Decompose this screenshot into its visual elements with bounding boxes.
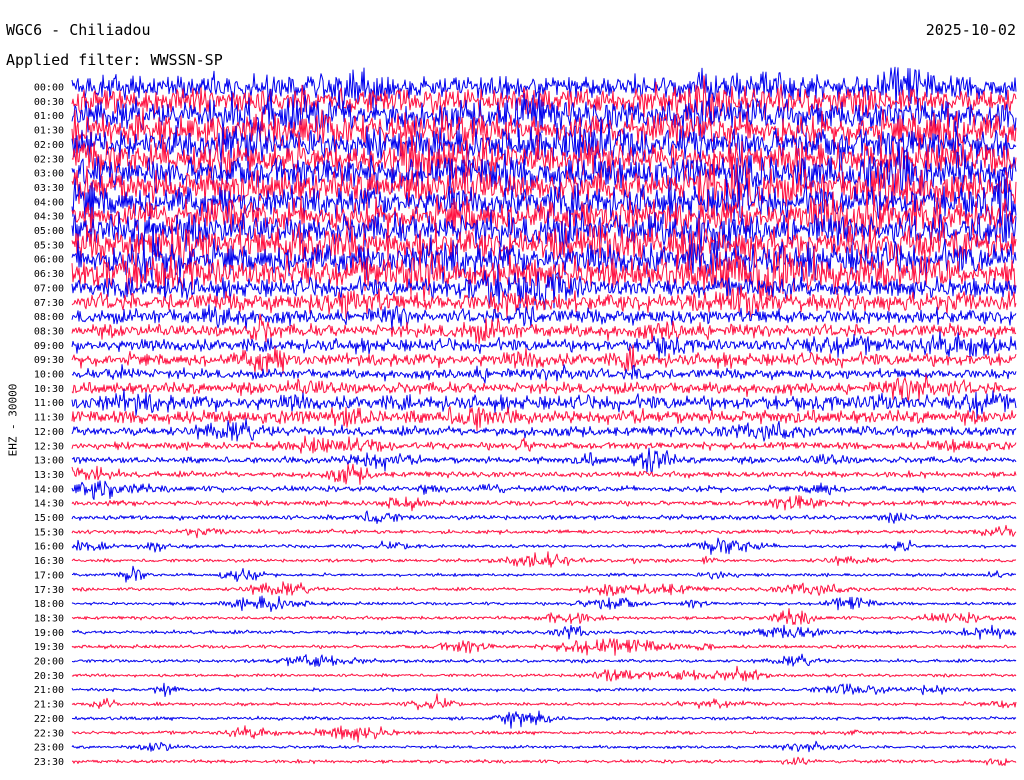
time-tick-label: 06:30 (34, 269, 64, 280)
time-tick-label: 12:00 (34, 427, 64, 438)
seismic-trace (71, 313, 1017, 345)
time-tick-label: 11:00 (34, 398, 64, 409)
time-tick-label: 00:00 (34, 83, 64, 94)
time-tick-label: 15:30 (34, 527, 64, 538)
time-tick-label: 21:00 (34, 685, 64, 696)
seismic-trace (71, 495, 1017, 512)
time-tick-label: 21:30 (34, 700, 64, 711)
time-tick-label: 12:30 (34, 441, 64, 452)
time-tick-label: 17:30 (34, 585, 64, 596)
seismic-trace (71, 608, 1017, 625)
time-tick-label: 03:00 (34, 169, 64, 180)
time-tick-label: 05:30 (34, 240, 64, 251)
seismic-trace (71, 463, 1017, 485)
seismic-trace (71, 364, 1017, 384)
seismic-trace (71, 510, 1017, 524)
time-tick-label: 11:30 (34, 413, 64, 424)
time-tick-label: 18:00 (34, 599, 64, 610)
seismic-trace (71, 665, 1017, 682)
time-tick-label: 04:30 (34, 212, 64, 223)
seismic-trace (71, 581, 1016, 597)
time-tick-label: 09:00 (34, 341, 64, 352)
seismogram-plot: 00:00 00:30 01:00 01:30 02:00 02:30 03:00 03:30… (34, 66, 1017, 768)
time-tick-label: 10:30 (34, 384, 64, 395)
time-tick-label: 16:00 (34, 542, 64, 553)
time-tick-label: 07:30 (34, 298, 64, 309)
time-tick-label: 23:30 (34, 757, 64, 768)
time-tick-label: 15:00 (34, 513, 64, 524)
seismic-trace (71, 595, 1017, 612)
seismic-trace (71, 551, 1017, 568)
seismic-trace (71, 537, 1017, 555)
seismic-trace (71, 710, 1017, 729)
time-tick-label: 06:00 (34, 255, 64, 266)
time-tick-label: 01:00 (34, 111, 64, 122)
time-tick-label: 18:30 (34, 613, 64, 624)
time-tick-label: 19:30 (34, 642, 64, 653)
seismic-trace (71, 740, 1017, 753)
seismic-trace (71, 638, 1017, 656)
seismic-trace (71, 756, 1017, 766)
seismic-trace (71, 682, 1017, 697)
time-tick-label: 14:00 (34, 484, 64, 495)
time-tick-label: 13:00 (34, 456, 64, 467)
time-tick-label: 08:00 (34, 312, 64, 323)
time-tick-label: 22:30 (34, 728, 64, 739)
time-tick-label: 02:30 (34, 154, 64, 165)
time-tick-label: 03:30 (34, 183, 64, 194)
time-tick-label: 16:30 (34, 556, 64, 567)
time-tick-label: 10:00 (34, 370, 64, 381)
seismic-trace (71, 435, 1017, 454)
seismic-trace (71, 653, 1017, 667)
time-tick-label: 08:30 (34, 326, 64, 337)
time-tick-label: 09:30 (34, 355, 64, 366)
time-tick-label: 22:00 (34, 714, 64, 725)
time-tick-label: 14:30 (34, 499, 64, 510)
time-tick-label: 07:00 (34, 283, 64, 294)
seismic-trace (71, 725, 1017, 743)
time-tick-label: 00:30 (34, 97, 64, 108)
seismic-trace (71, 480, 1017, 500)
time-tick-label: 02:00 (34, 140, 64, 151)
seismic-trace (71, 418, 1017, 442)
seismic-trace (72, 565, 1017, 583)
time-tick-label: 19:00 (34, 628, 64, 639)
time-tick-label: 04:00 (34, 197, 64, 208)
helicorder-figure: WGC6 - Chiliadou 2025-10-02 Applied filt… (0, 0, 1024, 780)
time-tick-label: 05:00 (34, 226, 64, 237)
seismic-trace (71, 693, 1017, 711)
seismic-trace (71, 344, 1017, 375)
time-tick-label: 17:00 (34, 570, 64, 581)
seismic-trace (71, 624, 1017, 640)
seismic-trace (71, 447, 1017, 474)
seismic-trace (71, 388, 1017, 419)
time-tick-label: 20:30 (34, 671, 64, 682)
time-tick-label: 23:00 (34, 743, 64, 754)
time-tick-label: 01:30 (34, 126, 64, 137)
time-tick-label: 20:00 (34, 657, 64, 668)
time-tick-label: 13:30 (34, 470, 64, 481)
seismic-trace (71, 374, 1017, 403)
seismic-trace (71, 524, 1017, 539)
